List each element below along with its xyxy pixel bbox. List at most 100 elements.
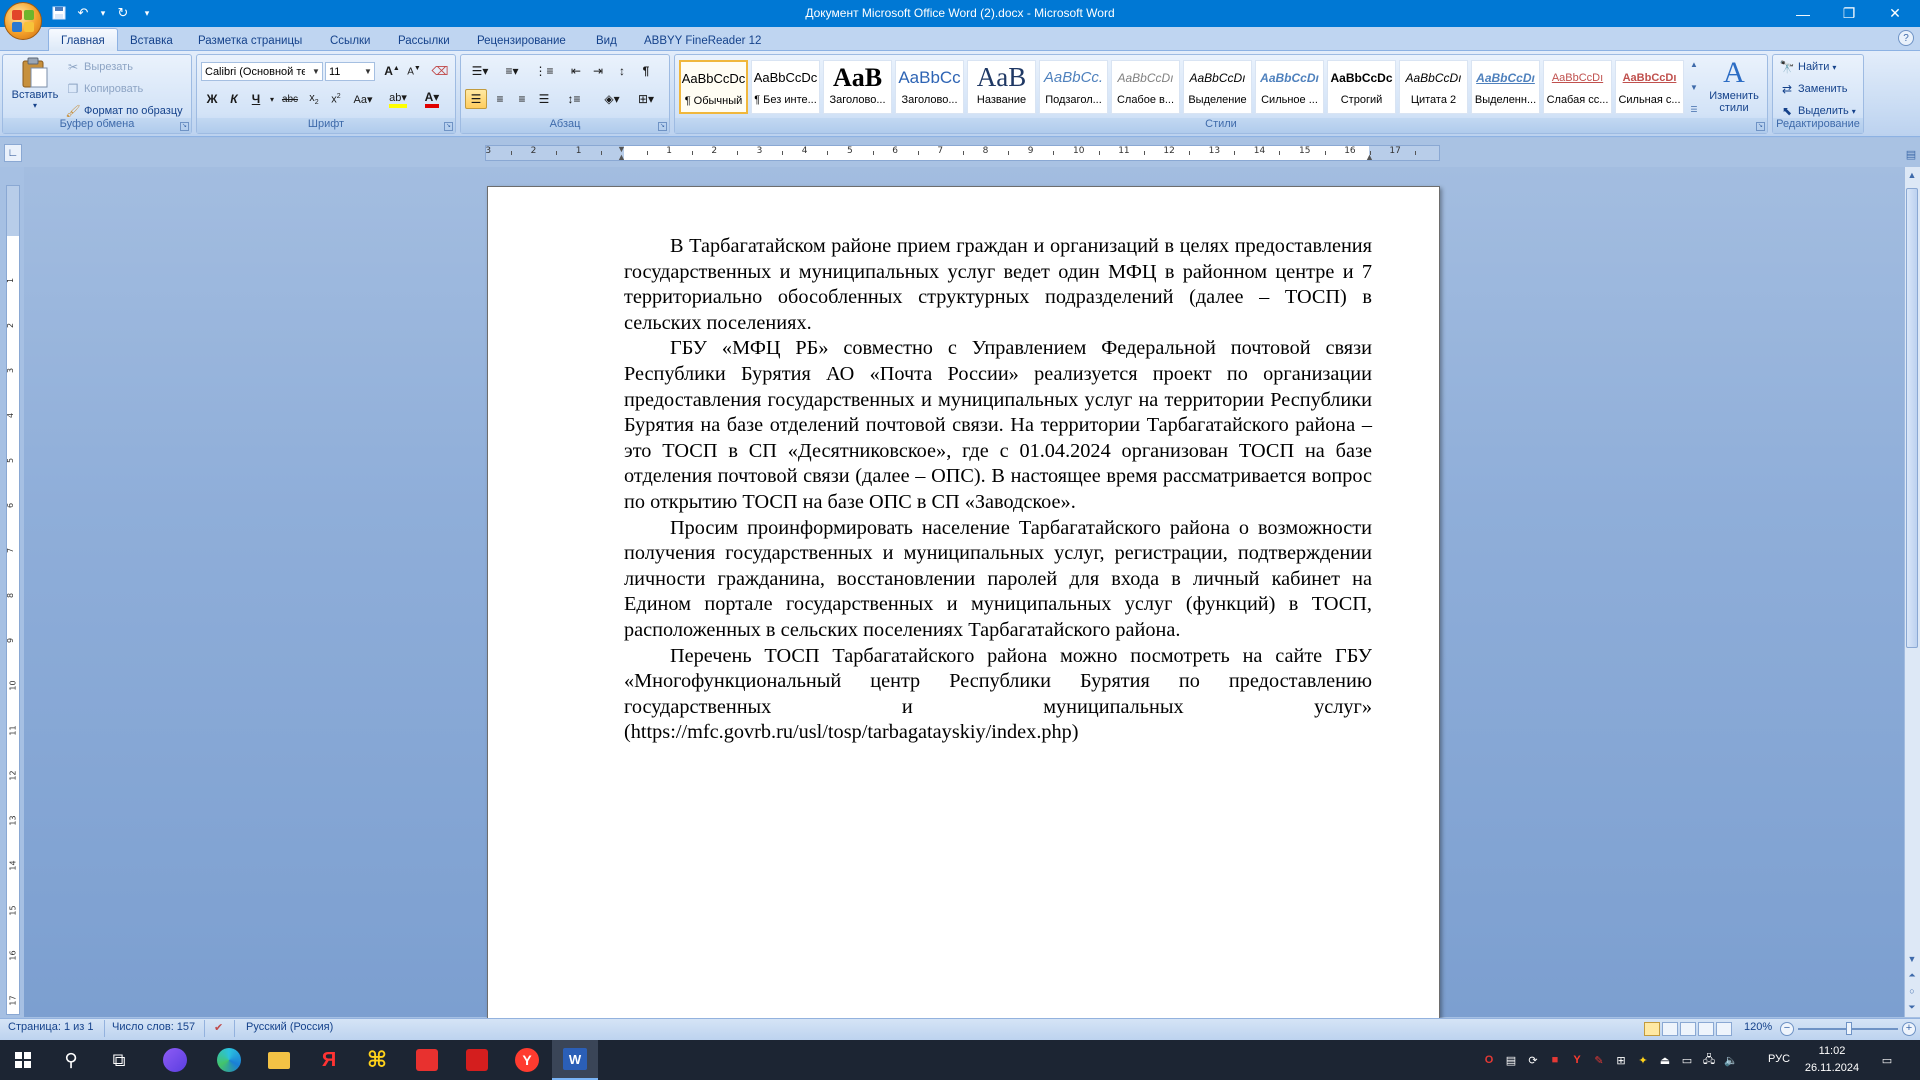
input-language[interactable]: РУС — [1768, 1053, 1790, 1065]
dialog-launcher-icon[interactable]: ↘ — [1756, 122, 1765, 131]
align-right-button[interactable]: ≡ — [511, 89, 533, 109]
format-painter-button[interactable]: 🖌 Формат по образцу — [65, 103, 182, 119]
change-case-button[interactable]: Aa▾ — [349, 89, 377, 109]
replace-button[interactable]: ⇄ Заменить — [1779, 81, 1847, 97]
clear-format-button[interactable]: ⌫ — [429, 61, 451, 81]
italic-button[interactable]: К — [223, 89, 245, 109]
document-body[interactable]: В Тарбагатайском районе прием граждан и … — [624, 234, 1372, 746]
decrease-indent-button[interactable]: ⇤ — [565, 61, 587, 81]
horizontal-ruler[interactable]: 3 2 1 1 2 3 4 5 6 7 8 9 10 11 12 13 14 15 16 17 ▼ ▲ ▲ — [485, 145, 1440, 162]
zoom-out-button[interactable]: − — [1780, 1022, 1794, 1036]
paste-button[interactable]: Вставить ▾ — [7, 57, 63, 117]
search-button[interactable]: ⚲ — [48, 1040, 94, 1080]
style-item[interactable]: AaBbCcDı Выделенн... — [1471, 60, 1540, 114]
edit-tray-icon[interactable]: ✎ — [1590, 1051, 1608, 1069]
word-app[interactable]: W — [552, 1040, 598, 1080]
scroll-thumb[interactable] — [1906, 188, 1918, 648]
style-item[interactable]: AaBbCcDı Сильная с... — [1615, 60, 1684, 114]
vertical-ruler[interactable]: 1 2 3 4 5 6 7 8 9 10 11 12 13 14 15 16 17 — [6, 185, 20, 1015]
right-indent-marker[interactable]: ▲ — [1365, 153, 1377, 162]
alice-app[interactable] — [152, 1040, 198, 1080]
network-tray-icon[interactable]: 🖧 — [1700, 1051, 1718, 1069]
office-button[interactable] — [4, 2, 42, 40]
style-item[interactable]: AaBbCc. Подзагол... — [1039, 60, 1108, 114]
yandex-tray-icon[interactable]: Y — [1568, 1051, 1586, 1069]
paragraph-1[interactable]: В Тарбагатайском районе прием граждан и … — [624, 234, 1372, 336]
tab-mailings[interactable]: Рассылки — [386, 30, 462, 51]
language-indicator[interactable]: Русский (Россия) — [246, 1021, 333, 1033]
change-styles-button[interactable]: A Изменить стили — [1704, 56, 1764, 118]
cut-button[interactable]: ✂ Вырезать — [65, 59, 133, 75]
underline-dropdown[interactable]: ▾ — [267, 89, 277, 109]
hanging-indent-marker[interactable]: ▲ — [617, 153, 629, 162]
align-center-button[interactable]: ≡ — [489, 89, 511, 109]
sort-button[interactable]: ↕ — [611, 61, 633, 81]
line-spacing-button[interactable]: ↕≡ — [559, 89, 589, 109]
style-item[interactable]: AaBbCcDc ¶ Без инте... — [751, 60, 820, 114]
justify-button[interactable]: ☰ — [533, 89, 555, 109]
find-button[interactable]: 🔭 Найти ▾ — [1779, 59, 1837, 75]
windows-tray-icon[interactable]: ⊞ — [1612, 1051, 1630, 1069]
edge-app[interactable] — [206, 1040, 252, 1080]
paragraph-3[interactable]: Просим проинформировать население Тарбаг… — [624, 516, 1372, 644]
shrink-font-button[interactable]: A▼ — [403, 61, 425, 81]
style-item[interactable]: AaBbCcDı Выделение — [1183, 60, 1252, 114]
print-layout-view-button[interactable] — [1644, 1022, 1660, 1036]
font-size-combo[interactable]: 11 ▼ — [325, 62, 375, 81]
more-icon[interactable]: ☰ — [1690, 105, 1697, 114]
zoom-slider-thumb[interactable] — [1846, 1022, 1852, 1035]
tab-insert[interactable]: Вставка — [118, 30, 185, 51]
zoom-in-button[interactable]: + — [1902, 1022, 1916, 1036]
tab-stop-selector[interactable]: ∟ — [4, 144, 22, 162]
dialog-launcher-icon[interactable]: ↘ — [180, 122, 189, 131]
app-red-adobe[interactable] — [454, 1040, 500, 1080]
copy-button[interactable]: ❐ Копировать — [65, 81, 144, 97]
tab-abbyy[interactable]: ABBYY FineReader 12 — [632, 30, 773, 51]
update-tray-icon[interactable]: ✦ — [1634, 1051, 1652, 1069]
show-marks-button[interactable]: ¶ — [635, 61, 657, 81]
next-page-button[interactable]: ⏷ — [1905, 1000, 1919, 1014]
zoom-level[interactable]: 120% — [1744, 1021, 1772, 1033]
draft-view-button[interactable] — [1716, 1022, 1732, 1036]
page-indicator[interactable]: Страница: 1 из 1 — [8, 1021, 94, 1033]
app-yellow[interactable]: ⌘ — [354, 1040, 400, 1080]
dialog-launcher-icon[interactable]: ↘ — [658, 122, 667, 131]
notifications-icon[interactable]: ▭ — [1878, 1051, 1896, 1069]
style-item[interactable]: AaB Заголово... — [823, 60, 892, 114]
tab-review[interactable]: Рецензирование — [465, 30, 578, 51]
scroll-up-button[interactable]: ▲ — [1905, 168, 1919, 182]
bullets-button[interactable]: ☰▾ — [465, 61, 495, 81]
superscript-button[interactable]: x2 — [325, 89, 347, 109]
paragraph-2[interactable]: ГБУ «МФЦ РБ» совместно с Управлением Фед… — [624, 336, 1372, 515]
outline-view-button[interactable] — [1698, 1022, 1714, 1036]
clock-date[interactable]: 26.11.2024 — [1800, 1062, 1864, 1074]
tab-home[interactable]: Главная — [48, 28, 118, 52]
yandex-app[interactable]: Я — [306, 1040, 352, 1080]
task-view-button[interactable]: ⧉ — [96, 1040, 142, 1080]
view-ruler-icon[interactable]: ▤ — [1903, 146, 1919, 162]
browse-object-button[interactable]: ○ — [1905, 984, 1919, 998]
style-item[interactable]: AaBbCcDı Цитата 2 — [1399, 60, 1468, 114]
style-item[interactable]: AaBbCcDc ¶ Обычный — [679, 60, 748, 114]
help-icon[interactable]: ? — [1898, 30, 1914, 46]
align-left-button[interactable]: ☰ — [465, 89, 487, 109]
opera-tray-icon[interactable]: O — [1480, 1051, 1498, 1069]
select-button[interactable]: ⬉ Выделить ▾ — [1779, 103, 1856, 119]
paragraph-4[interactable]: Перечень ТОСП Тарбагатайского района мож… — [624, 644, 1372, 746]
tab-page-layout[interactable]: Разметка страницы — [186, 30, 314, 51]
network-drive-tray-icon[interactable]: ▤ — [1502, 1051, 1520, 1069]
strikethrough-button[interactable]: abc — [279, 89, 301, 109]
chevron-down-icon[interactable]: ▼ — [1690, 83, 1698, 92]
bold-button[interactable]: Ж — [201, 89, 223, 109]
restore-button[interactable]: ❐ — [1826, 0, 1872, 27]
style-item[interactable]: AaBbCcDı Слабое в... — [1111, 60, 1180, 114]
volume-tray-icon[interactable]: 🔈 — [1722, 1051, 1740, 1069]
shading-button[interactable]: ◈▾ — [597, 89, 627, 109]
clock-time[interactable]: 11:02 — [1800, 1045, 1864, 1057]
styles-scroll[interactable]: ▲ ▼ ☰ — [1688, 60, 1700, 114]
style-item[interactable]: AaBbCcDı Слабая сс... — [1543, 60, 1612, 114]
usb-tray-icon[interactable]: ⏏ — [1656, 1051, 1674, 1069]
word-count[interactable]: Число слов: 157 — [112, 1021, 195, 1033]
previous-page-button[interactable]: ⏶ — [1905, 968, 1919, 982]
tab-references[interactable]: Ссылки — [318, 30, 383, 51]
